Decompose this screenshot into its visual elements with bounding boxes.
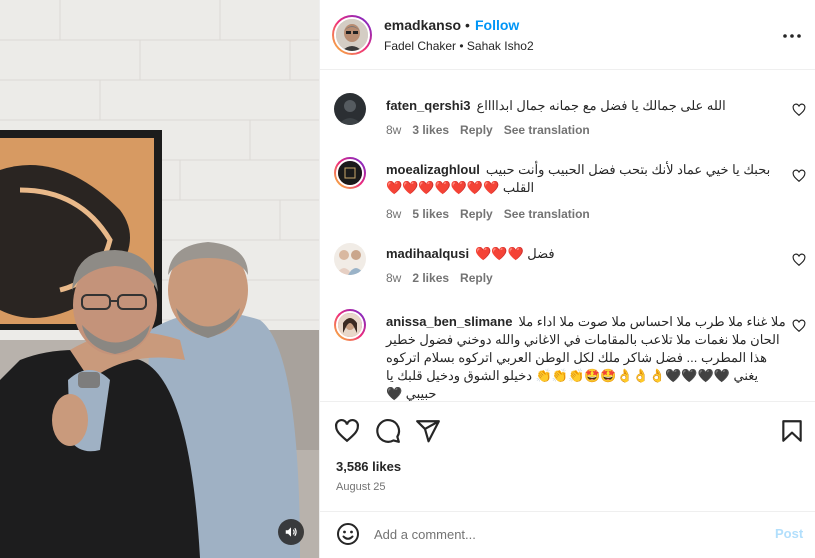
- more-icon: [783, 34, 801, 38]
- commenter-username[interactable]: moealizaghloul: [386, 162, 480, 177]
- heart-icon[interactable]: [334, 418, 360, 444]
- comment-meta: 8w 5 likes Reply See translation: [386, 207, 601, 221]
- author-username[interactable]: emadkanso: [384, 17, 461, 33]
- comment-content: madihaalqusi فضل ❤️❤️❤️: [386, 245, 786, 263]
- reply-button[interactable]: Reply: [460, 207, 493, 221]
- mute-toggle-button[interactable]: [278, 519, 304, 545]
- photo-illustration: [0, 0, 319, 558]
- comment-meta: 8w 2 likes Reply: [386, 271, 504, 285]
- commenter-username[interactable]: madihaalqusi: [386, 246, 469, 261]
- comment-content: moealizaghloul بحبك يا خيي عماد لأنك بتحب…: [386, 161, 786, 197]
- comment-age: 8w: [386, 271, 402, 285]
- see-translation-button[interactable]: See translation: [504, 207, 590, 221]
- comment-text: فضل ❤️❤️❤️: [475, 246, 555, 261]
- heart-icon[interactable]: [792, 253, 806, 267]
- post-date[interactable]: August 25: [336, 481, 386, 493]
- commenter-avatar[interactable]: [334, 157, 366, 189]
- comment-icon[interactable]: [375, 418, 401, 444]
- audio-attribution-link[interactable]: Fadel Chaker • Sahak Isho2: [384, 39, 534, 53]
- add-comment-bar: Post: [320, 511, 815, 558]
- see-translation-button[interactable]: See translation: [504, 123, 590, 137]
- likes-count[interactable]: 3,586 likes: [336, 459, 401, 474]
- post-actions: 3,586 likes August 25: [320, 401, 815, 511]
- speaker-icon: [285, 527, 297, 537]
- emoji-icon[interactable]: [336, 522, 360, 546]
- comment-likes[interactable]: 3 likes: [412, 123, 449, 137]
- comment-input[interactable]: [374, 524, 764, 544]
- heart-icon[interactable]: [792, 103, 806, 117]
- heart-icon[interactable]: [792, 169, 806, 183]
- header-separator: •: [465, 17, 470, 33]
- post-header: emadkanso • Follow Fadel Chaker • Sahak …: [320, 0, 815, 70]
- reply-button[interactable]: Reply: [460, 123, 493, 137]
- reply-button[interactable]: Reply: [460, 271, 493, 285]
- comment-content: faten_qershi3 الله على جمالك يا فضل مع جم…: [386, 97, 786, 115]
- commenter-username[interactable]: faten_qershi3: [386, 98, 471, 113]
- comment-content: anissa_ben_slimane ملا غناء ملا طرب ملا ا…: [386, 313, 786, 401]
- comments-list[interactable]: faten_qershi3 الله على جمالك يا فضل مع جم…: [320, 71, 815, 401]
- commenter-avatar[interactable]: [334, 309, 366, 341]
- commenter-avatar[interactable]: [334, 243, 366, 275]
- commenter-username[interactable]: anissa_ben_slimane: [386, 314, 512, 329]
- comment-likes[interactable]: 5 likes: [412, 207, 449, 221]
- comment-age: 8w: [386, 207, 402, 221]
- more-options-button[interactable]: [780, 24, 804, 48]
- comment-likes[interactable]: 2 likes: [412, 271, 449, 285]
- commenter-avatar[interactable]: [334, 93, 366, 125]
- heart-icon[interactable]: [792, 319, 806, 333]
- share-icon[interactable]: [415, 418, 441, 444]
- post-photo[interactable]: [0, 0, 319, 558]
- post-details-panel: emadkanso • Follow Fadel Chaker • Sahak …: [319, 0, 815, 558]
- author-avatar[interactable]: [332, 15, 372, 55]
- comment-meta: 8w 3 likes Reply See translation: [386, 123, 601, 137]
- post-comment-button[interactable]: Post: [775, 526, 803, 541]
- comment-age: 8w: [386, 123, 402, 137]
- follow-button[interactable]: Follow: [475, 17, 519, 33]
- bookmark-icon[interactable]: [779, 418, 805, 444]
- comment-text: الله على جمالك يا فضل مع جمانه جمال ابدا…: [476, 98, 726, 113]
